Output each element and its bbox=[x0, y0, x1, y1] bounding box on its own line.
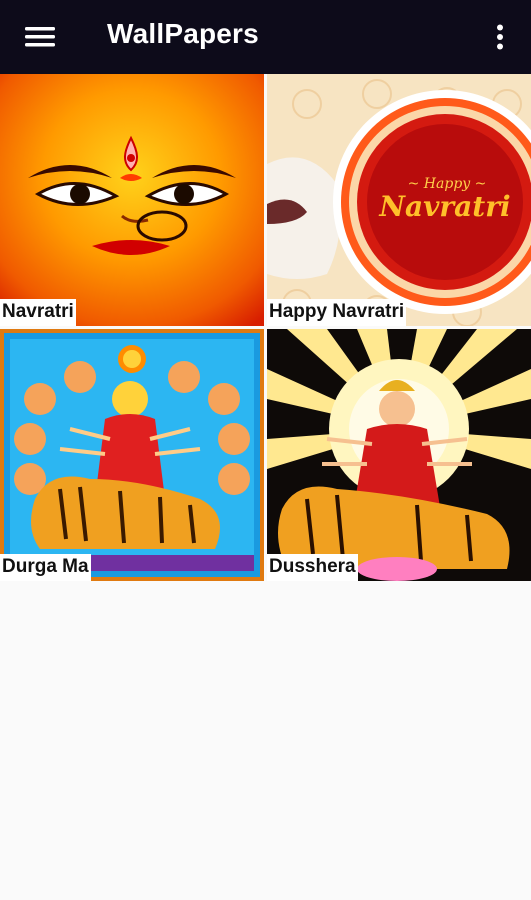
wallpaper-label: Durga Ma bbox=[0, 554, 91, 581]
wallpaper-label: Navratri bbox=[0, 299, 76, 326]
hamburger-menu-icon bbox=[25, 27, 55, 47]
wallpaper-thumbnail-durga-ma bbox=[0, 329, 264, 581]
wallpaper-overlay-text-main: Navratri bbox=[378, 190, 510, 223]
app-bar: WallPapers bbox=[0, 0, 531, 74]
wallpaper-label: Happy Navratri bbox=[267, 299, 407, 326]
wallpaper-thumbnail-dusshera bbox=[267, 329, 531, 581]
wallpaper-tile-durga-ma[interactable]: Durga Ma bbox=[0, 329, 264, 581]
wallpaper-label: Dusshera bbox=[267, 554, 358, 581]
wallpaper-tile-navratri[interactable]: Navratri bbox=[0, 74, 264, 326]
menu-button[interactable] bbox=[20, 20, 60, 54]
wallpaper-tile-dusshera[interactable]: Dusshera bbox=[267, 329, 531, 581]
more-vert-icon bbox=[497, 24, 503, 50]
overflow-menu-button[interactable] bbox=[487, 18, 513, 56]
wallpaper-thumbnail-happy-navratri: ~ Happy ~ Navratri bbox=[267, 74, 531, 326]
wallpaper-tile-happy-navratri[interactable]: ~ Happy ~ Navratri Happy Navratri bbox=[267, 74, 531, 326]
page-title: WallPapers bbox=[107, 18, 259, 49]
wallpaper-thumbnail-durga-face bbox=[0, 74, 264, 326]
